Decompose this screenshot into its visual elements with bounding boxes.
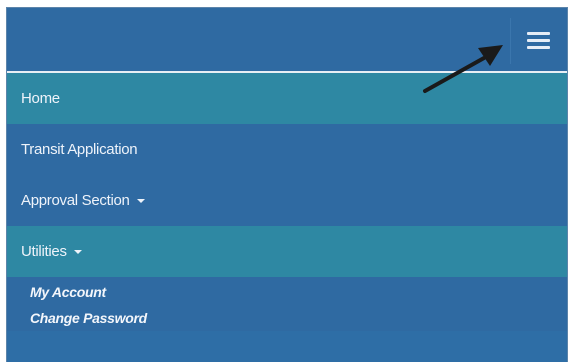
hamburger-menu-icon	[527, 39, 550, 42]
submenu-item-change-password[interactable]: Change Password	[7, 305, 567, 331]
submenu-item-label: My Account	[30, 284, 106, 300]
menu-item-label: Utilities	[21, 243, 67, 260]
utilities-submenu: My Account Change Password	[7, 277, 567, 331]
top-navbar	[7, 8, 567, 71]
menu-item-label: Home	[21, 90, 60, 107]
hamburger-menu-icon	[527, 32, 550, 35]
menu-item-utilities[interactable]: Utilities	[7, 226, 567, 277]
menu-item-approval-section[interactable]: Approval Section	[7, 175, 567, 226]
caret-down-icon	[136, 199, 145, 204]
menu-item-label: Transit Application	[21, 141, 138, 158]
nav-menu: Home Transit Application Approval Sectio…	[7, 73, 567, 331]
submenu-item-label: Change Password	[30, 310, 147, 326]
caret-down-icon	[73, 250, 82, 255]
menu-item-transit-application[interactable]: Transit Application	[7, 124, 567, 175]
menu-item-label: Approval Section	[21, 192, 130, 209]
menu-item-home[interactable]: Home	[7, 73, 567, 124]
hamburger-menu-icon	[527, 46, 550, 49]
submenu-item-my-account[interactable]: My Account	[7, 279, 567, 305]
menu-toggle-button[interactable]	[510, 18, 563, 64]
app-window: Home Transit Application Approval Sectio…	[7, 8, 567, 362]
screenshot-frame: Home Transit Application Approval Sectio…	[0, 0, 574, 362]
